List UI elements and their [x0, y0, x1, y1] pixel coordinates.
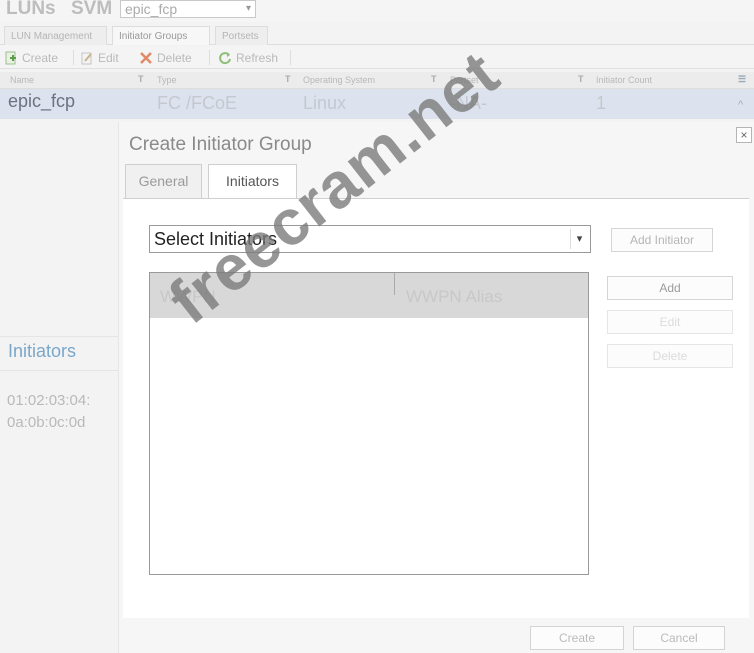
- column-portset[interactable]: Portset: [450, 75, 479, 85]
- delete-button[interactable]: Delete: [607, 344, 733, 368]
- edit-button[interactable]: Edit: [80, 51, 119, 65]
- divider: [0, 370, 122, 371]
- filter-icon[interactable]: T: [138, 74, 144, 84]
- luns-label: LUNs: [6, 0, 56, 19]
- edit-label: Edit: [98, 51, 119, 65]
- wwpn-table: WWPN WWPN Alias: [149, 272, 589, 575]
- edit-button[interactable]: Edit: [607, 310, 733, 334]
- create-button[interactable]: Create: [530, 626, 624, 650]
- column-os[interactable]: Operating System: [303, 75, 375, 85]
- select-initiators-dropdown[interactable]: Select Initiators ▾: [149, 225, 591, 253]
- delete-icon: [140, 52, 152, 64]
- svm-select[interactable]: epic_fcp ▾: [120, 0, 256, 18]
- create-button[interactable]: Create: [4, 51, 58, 65]
- chevron-down-icon: ▾: [570, 229, 588, 249]
- refresh-label: Refresh: [236, 51, 279, 65]
- column-initiator-count[interactable]: Initiator Count: [596, 75, 652, 85]
- cell-portset: -NA-: [450, 93, 487, 113]
- initiator-value: 0a:0b:0c:0d: [7, 414, 86, 431]
- grid-header: Name T Type T Operating System T Portset…: [0, 72, 754, 89]
- tab-initiators[interactable]: Initiators: [208, 164, 297, 199]
- refresh-button[interactable]: Refresh: [218, 51, 278, 65]
- tab-initiator-groups[interactable]: Initiator Groups: [112, 26, 210, 45]
- tab-portsets[interactable]: Portsets: [215, 26, 268, 45]
- cell-type: FC /FCoE: [157, 93, 238, 113]
- refresh-icon: [219, 52, 231, 65]
- divider: [0, 336, 122, 337]
- table-row[interactable]: epic_fcp FC /FCoE Linux -NA- 1 ^: [0, 89, 754, 119]
- tab-general[interactable]: General: [125, 164, 202, 198]
- close-icon[interactable]: ×: [736, 127, 752, 143]
- main-tabs: LUN Management Initiator Groups Portsets: [0, 24, 754, 45]
- filter-icon[interactable]: T: [285, 74, 291, 84]
- column-type[interactable]: Type: [157, 75, 177, 85]
- svm-select-value: epic_fcp: [125, 1, 178, 17]
- top-header: LUNs SVM epic_fcp ▾: [0, 0, 754, 22]
- delete-button[interactable]: Delete: [139, 51, 192, 65]
- add-initiator-button[interactable]: Add Initiator: [611, 228, 713, 252]
- cell-os: Linux: [303, 93, 347, 113]
- cell-name: epic_fcp: [8, 91, 76, 111]
- dialog-footer: Create Cancel: [119, 618, 754, 653]
- create-label: Create: [22, 51, 59, 65]
- columns-icon[interactable]: ☰: [738, 74, 746, 85]
- create-icon: [5, 51, 16, 65]
- edit-icon: [81, 52, 92, 65]
- dialog-body: Select Initiators ▾ Add Initiator WWPN W…: [123, 198, 749, 618]
- initiators-section-title: Initiators: [8, 341, 77, 361]
- cancel-button[interactable]: Cancel: [633, 626, 725, 650]
- column-wwpn-alias[interactable]: WWPN Alias: [406, 287, 502, 307]
- initiator-value: 01:02:03:04:: [7, 392, 91, 409]
- delete-label: Delete: [157, 51, 192, 65]
- wwpn-table-header: WWPN WWPN Alias: [150, 273, 588, 318]
- add-button[interactable]: Add: [607, 276, 733, 300]
- cell-initiator-count: 1: [596, 93, 607, 113]
- tab-lun-management[interactable]: LUN Management: [4, 26, 107, 45]
- create-initiator-group-dialog: Create Initiator Group × General Initiat…: [118, 122, 754, 653]
- filter-icon[interactable]: T: [578, 74, 584, 84]
- toolbar: Create Edit Delete Refresh: [0, 46, 754, 69]
- svm-label: SVM: [71, 0, 113, 19]
- chevron-down-icon: ▾: [245, 3, 251, 14]
- chevron-up-icon[interactable]: ^: [738, 99, 743, 111]
- column-wwpn[interactable]: WWPN: [160, 287, 216, 307]
- select-initiators-value: Select Initiators: [154, 229, 278, 249]
- filter-icon[interactable]: T: [431, 74, 437, 84]
- column-name[interactable]: Name: [10, 75, 34, 85]
- dialog-title: Create Initiator Group: [129, 134, 312, 155]
